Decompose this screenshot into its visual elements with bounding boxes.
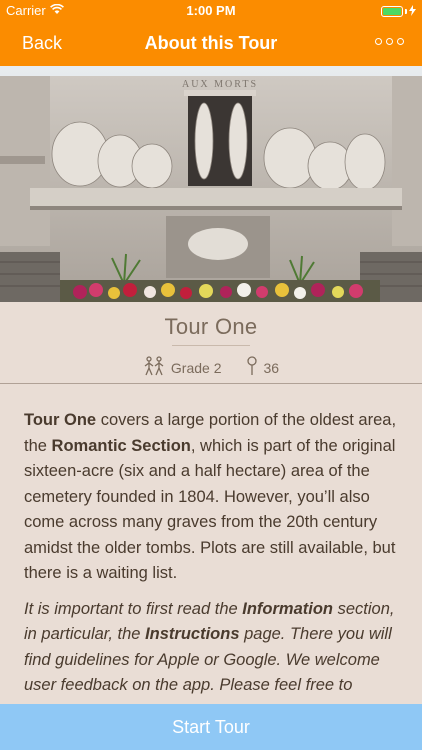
tour-grade: Grade 2 — [170, 359, 222, 376]
tour-meta: Grade 2 36 — [0, 356, 422, 379]
battery-icon — [381, 4, 416, 19]
map-pin-icon — [246, 356, 258, 379]
status-bar: Carrier 1:00 PM — [0, 0, 422, 22]
tour-stop-count: 36 — [263, 359, 280, 376]
tour-description: Tour One covers a large portion of the o… — [24, 408, 404, 734]
status-time: 1:00 PM — [186, 3, 236, 18]
title-underline — [172, 345, 250, 346]
charging-bolt-icon — [409, 4, 416, 19]
nav-title: About this Tour — [144, 33, 278, 53]
navigation-bar: Back About this Tour — [0, 22, 422, 66]
description-paragraph-1: Tour One covers a large portion of the o… — [24, 411, 397, 582]
walking-people-icon — [143, 356, 165, 379]
section-divider — [0, 383, 422, 384]
more-options-icon[interactable] — [375, 38, 404, 45]
start-tour-button[interactable]: Start Tour — [0, 704, 422, 750]
tour-title: Tour One — [164, 314, 258, 339]
monument-inscription: AUX MORTS — [182, 79, 258, 90]
tour-hero-image: AUX MORTS — [0, 66, 422, 302]
